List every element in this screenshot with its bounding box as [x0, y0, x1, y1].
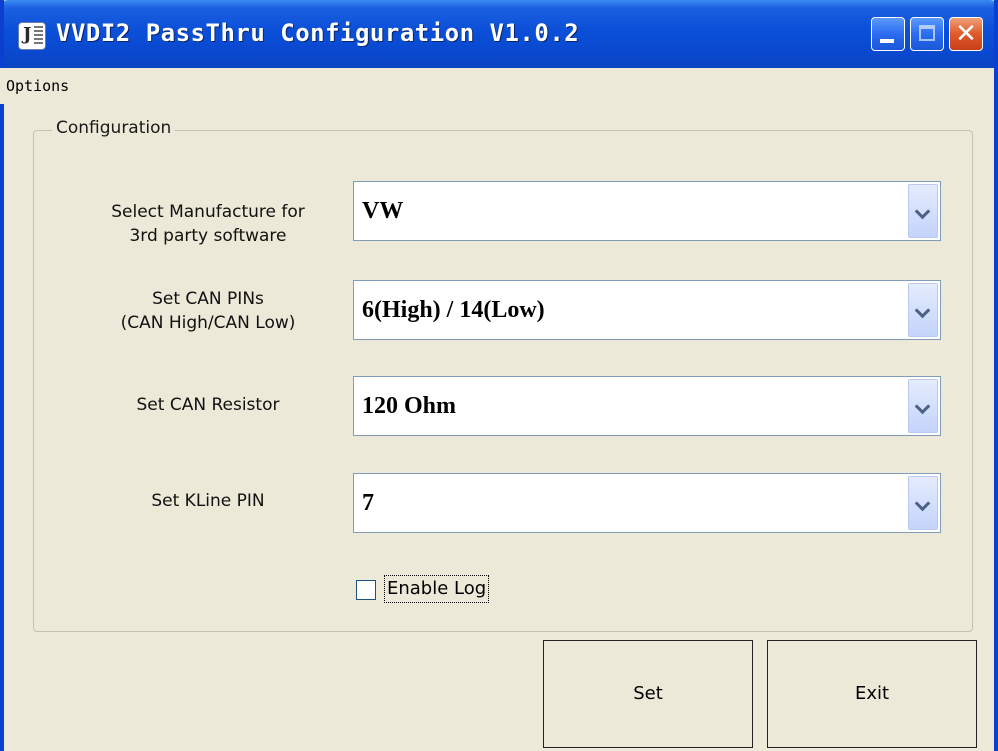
- chevron-down-icon: [914, 302, 931, 319]
- minimize-icon: [880, 39, 894, 43]
- chevron-down-icon: [914, 398, 931, 415]
- can-resistor-select[interactable]: 120 Ohm: [353, 376, 941, 436]
- maximize-icon: [919, 25, 935, 41]
- menu-bar: Options: [0, 68, 990, 104]
- app-icon[interactable]: J: [18, 22, 46, 50]
- manufacture-dropdown-button[interactable]: [908, 184, 938, 238]
- close-button[interactable]: ✕: [949, 17, 983, 51]
- maximize-button[interactable]: [910, 17, 944, 51]
- can-resistor-label: Set CAN Resistor: [136, 395, 280, 415]
- can-pins-select[interactable]: 6(High) / 14(Low): [353, 280, 941, 340]
- menu-options[interactable]: Options: [6, 77, 69, 95]
- configuration-group-title: Configuration: [52, 118, 176, 138]
- manufacture-select[interactable]: VW: [353, 181, 941, 241]
- can-pins-dropdown-button[interactable]: [908, 283, 938, 337]
- chevron-down-icon: [914, 495, 931, 512]
- manufacture-label: Select Manufacture for 3rd party softwar…: [111, 202, 305, 246]
- kline-pin-select[interactable]: 7: [353, 473, 941, 533]
- can-resistor-value: 120 Ohm: [362, 393, 457, 419]
- title-bar[interactable]: J VVDI2 PassThru Configuration V1.0.2 ✕: [4, 0, 994, 68]
- chevron-down-icon: [914, 203, 931, 220]
- kline-pin-dropdown-button[interactable]: [908, 476, 938, 530]
- close-icon: ✕: [955, 19, 977, 49]
- can-pins-value: 6(High) / 14(Low): [362, 297, 545, 323]
- minimize-button[interactable]: [871, 17, 905, 51]
- set-button[interactable]: Set: [543, 640, 753, 748]
- window-title: VVDI2 PassThru Configuration V1.0.2: [56, 19, 580, 47]
- enable-log-label[interactable]: Enable Log: [383, 575, 490, 603]
- can-resistor-dropdown-button[interactable]: [908, 379, 938, 433]
- can-pins-label: Set CAN PINs (CAN High/CAN Low): [120, 289, 296, 333]
- enable-log-checkbox[interactable]: [356, 580, 376, 600]
- exit-button[interactable]: Exit: [767, 640, 977, 748]
- kline-pin-label: Set KLine PIN: [151, 491, 265, 511]
- manufacture-value: VW: [362, 198, 404, 224]
- kline-pin-value: 7: [362, 490, 374, 516]
